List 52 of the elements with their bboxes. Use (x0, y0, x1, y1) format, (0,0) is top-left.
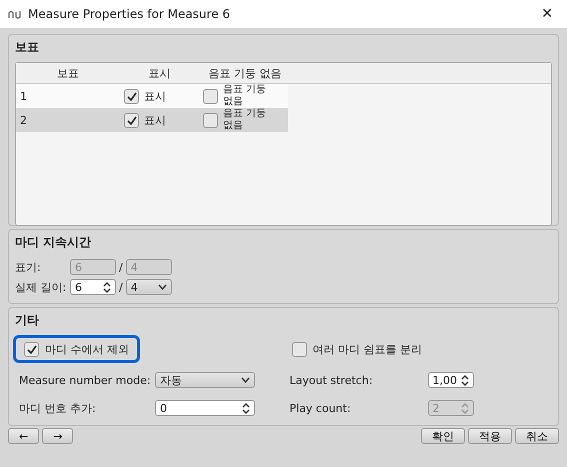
table-cell-text: 1 (19, 90, 28, 102)
caret-icon (241, 377, 250, 383)
checkbox[interactable] (292, 342, 306, 356)
close-button[interactable]: ✕ (535, 6, 559, 22)
field-label: Measure number mode: (19, 374, 152, 386)
checkbox[interactable] (203, 88, 218, 104)
separator-text: / (119, 280, 123, 294)
field-label: Play count: (288, 402, 352, 414)
dialog-button[interactable]: 적용 (468, 428, 512, 444)
nav-button[interactable]: ← (8, 428, 40, 444)
checkmark-icon (26, 344, 36, 354)
checkmark-icon (126, 92, 136, 100)
checkbox-label: 표시 (144, 112, 166, 128)
checkbox-label: 표시 (144, 88, 166, 104)
group-title: 보표 (15, 39, 39, 56)
nav-button[interactable]: → (42, 428, 74, 444)
caret-icon (158, 284, 167, 290)
table-row[interactable]: 2 표시 음표 기둥 없음 (16, 108, 288, 132)
app-icon (8, 9, 22, 19)
window-title: Measure Properties for Measure 6 (28, 7, 232, 21)
checkbox[interactable] (124, 112, 139, 128)
dialog-button[interactable]: 확인 (421, 428, 465, 444)
group-title: 마디 지속시간 (15, 234, 92, 251)
checkbox-label: 여러 마디 쉼표를 분리 (312, 342, 422, 356)
column-header[interactable]: 음표 기둥 없음 (203, 66, 287, 80)
field-label: 실제 길이: (15, 280, 67, 294)
spin-box[interactable]: 1,00 (428, 372, 474, 388)
table-cell-text: 2 (19, 114, 28, 126)
checkbox-label: 음표 기둥 없음 (223, 108, 268, 132)
dialog-button[interactable]: 취소 (515, 428, 559, 444)
column-header[interactable]: 표시 (116, 66, 203, 80)
dropdown[interactable]: 자동 (155, 372, 255, 388)
column-header[interactable]: 보표 (16, 66, 116, 80)
spin-arrows-icon[interactable] (242, 402, 250, 414)
spin-arrows-icon[interactable] (460, 374, 468, 386)
dropdown[interactable]: 4 (126, 279, 172, 295)
spin-box[interactable]: 6 (70, 279, 116, 295)
checkbox-label: 마디 수에서 제외 (45, 342, 129, 356)
spin-box[interactable]: 0 (155, 400, 255, 416)
separator-text: / (119, 260, 123, 274)
group-title: 기타 (15, 312, 39, 329)
checkbox[interactable] (203, 112, 218, 128)
checkbox[interactable] (24, 342, 39, 356)
table-row[interactable]: 1 표시 음표 기둥 없음 (16, 84, 288, 108)
checkmark-icon (126, 116, 136, 124)
field-label: 표기: (15, 260, 42, 274)
exclude-checkbox-row[interactable]: 마디 수에서 제외 (13, 335, 140, 363)
spin-arrows-icon[interactable] (103, 282, 111, 292)
checkbox-label: 음표 기둥 없음 (223, 84, 268, 108)
field-label: Layout stretch: (288, 374, 374, 386)
checkbox[interactable] (124, 88, 139, 104)
field-label: 마디 번호 추가: (19, 400, 97, 416)
